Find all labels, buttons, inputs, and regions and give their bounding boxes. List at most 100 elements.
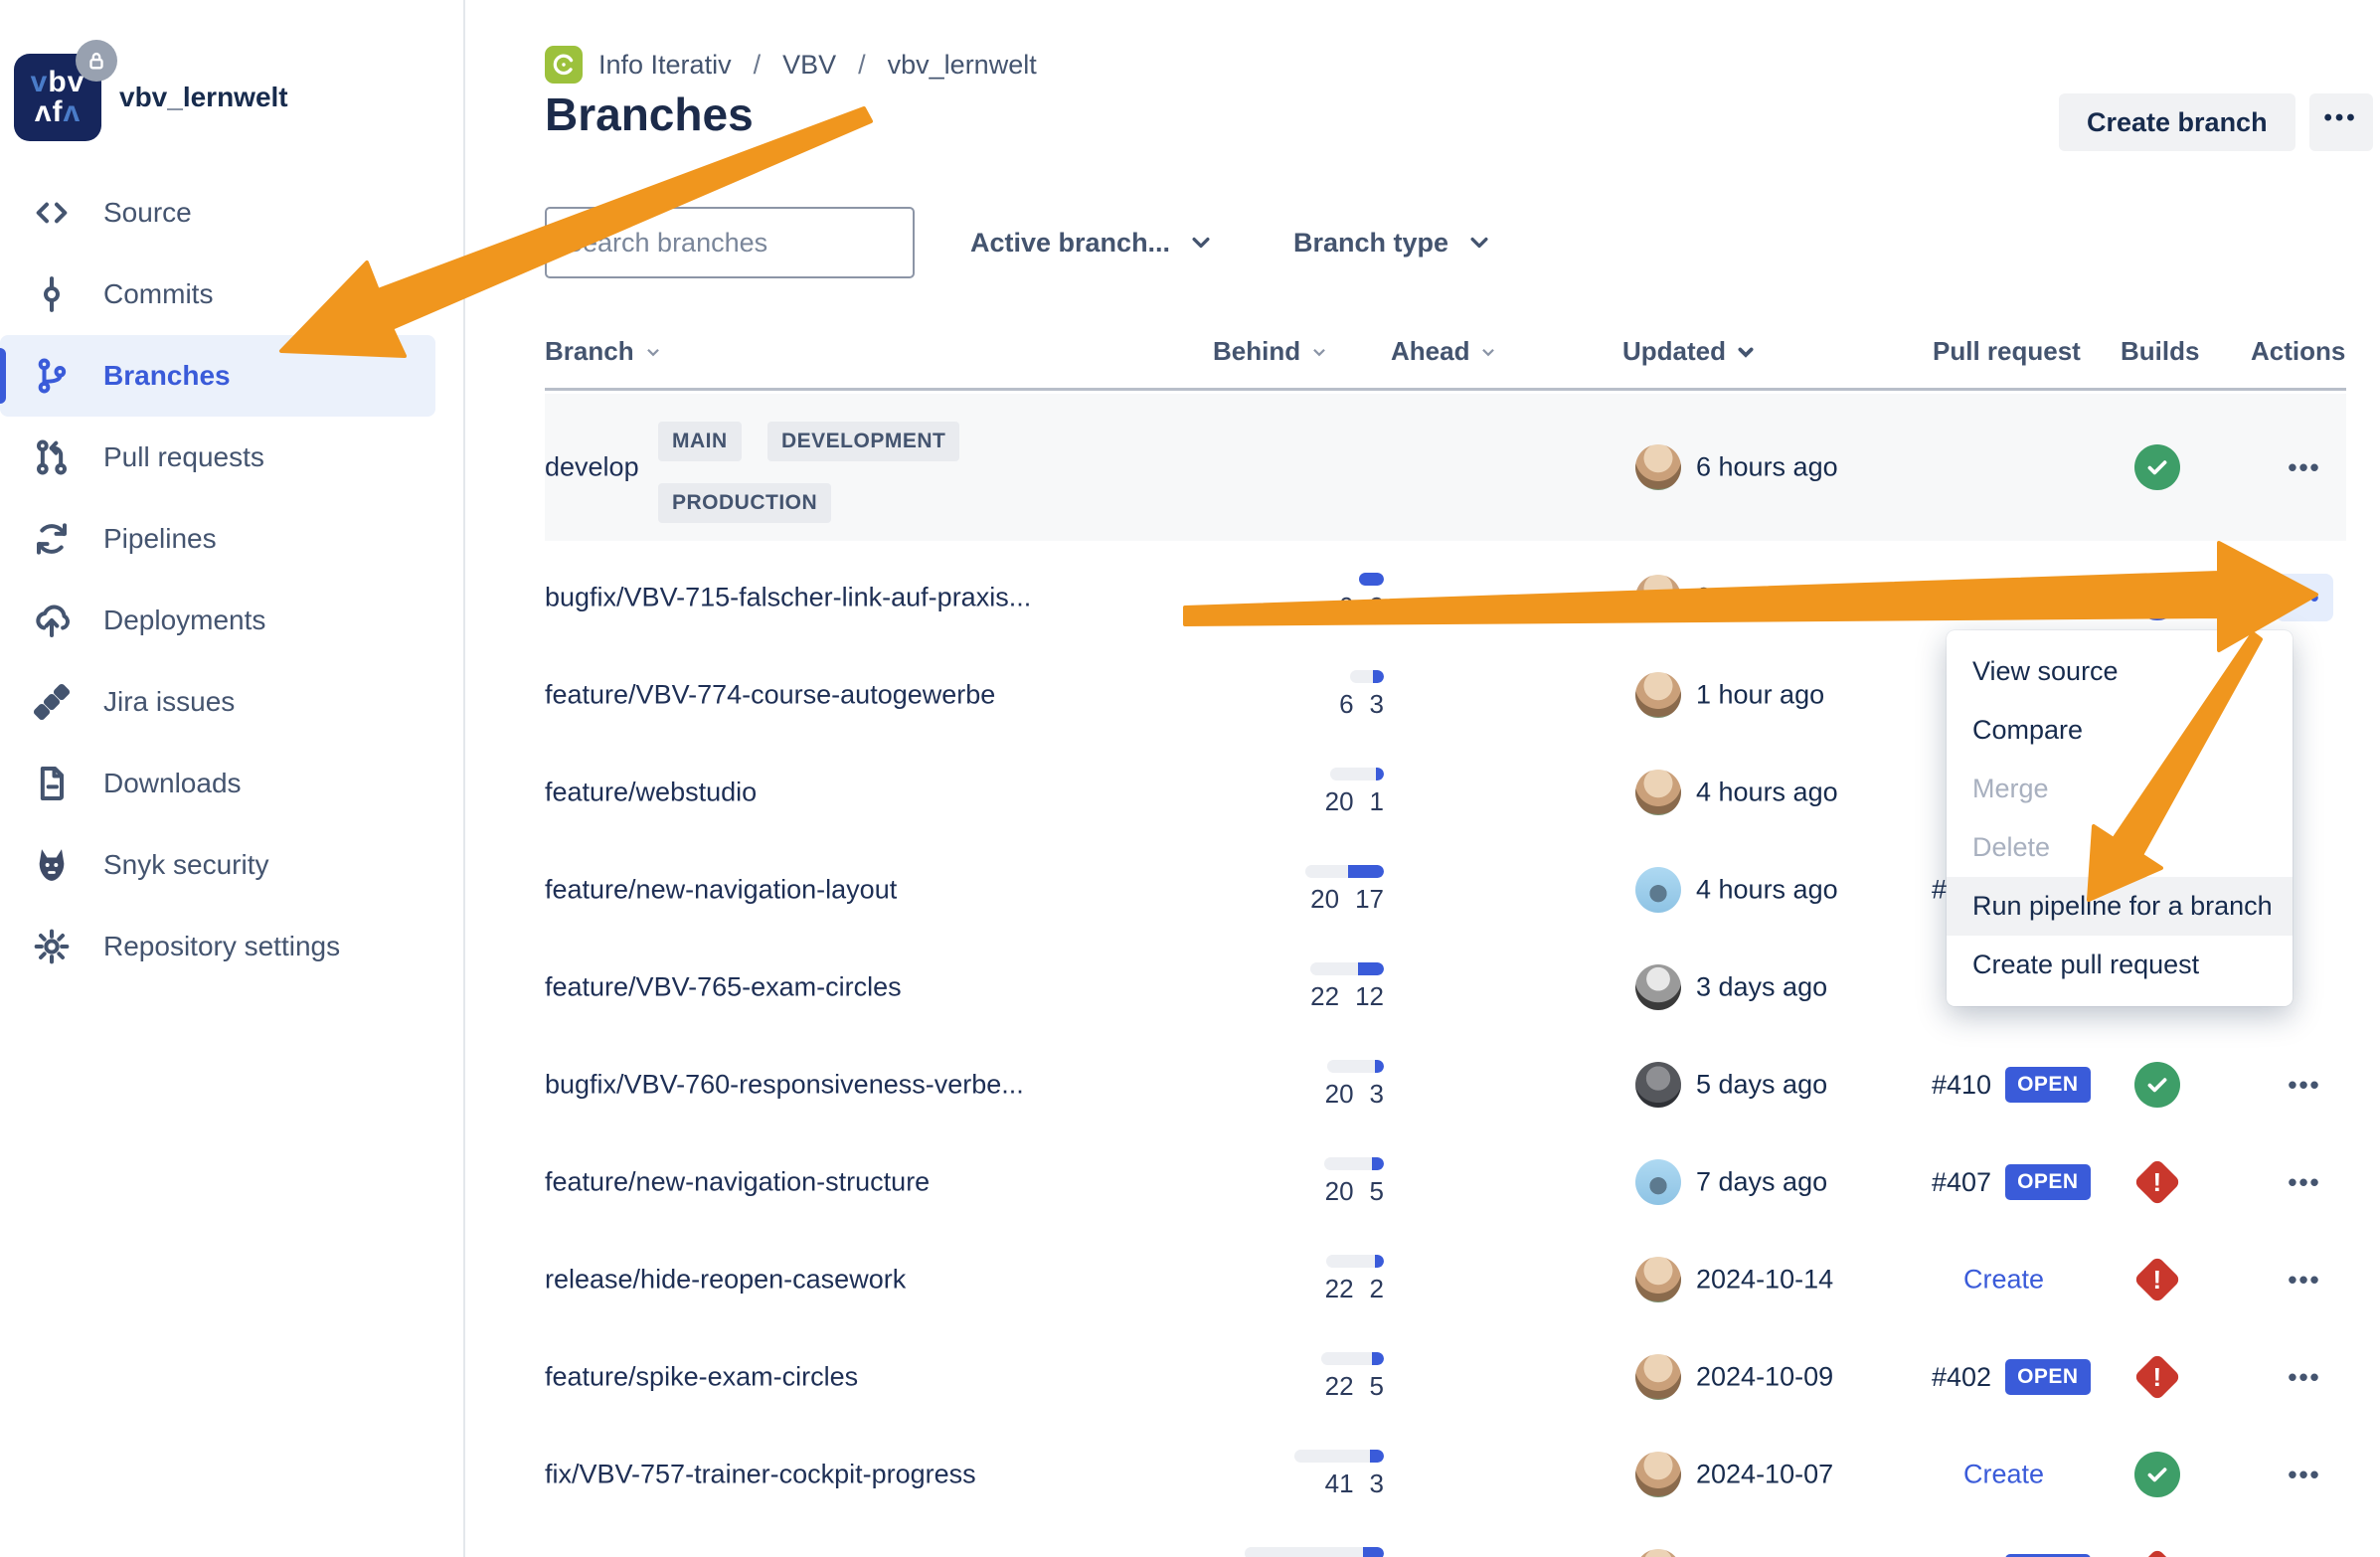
branch-link[interactable]: fix/VBV-757-trainer-cockpit-progress <box>545 1460 976 1490</box>
branch-link[interactable]: bugfix/VBV-715-falscher-link-auf-praxis.… <box>545 583 1031 613</box>
pull-request-cell: #410 OPEN <box>1932 1067 2091 1103</box>
branch-link[interactable]: feature/VBV-774-course-autogewerbe <box>545 680 995 711</box>
page-more-button[interactable]: ••• <box>2309 93 2373 151</box>
menu-item-view-source[interactable]: View source <box>1947 642 2293 701</box>
create-pull-request-link[interactable]: Create <box>1963 1460 2044 1490</box>
branch-link[interactable]: bugfix/VBV-760-responsiveness-verbe... <box>545 1070 1024 1101</box>
build-failed-icon[interactable]: ! <box>2133 1256 2181 1303</box>
breadcrumb-separator: / <box>852 50 872 81</box>
sidebar-item-repository-settings[interactable]: Repository settings <box>0 906 435 987</box>
updated-time: 5 days ago <box>1696 1070 1827 1101</box>
menu-item-create-pull-request[interactable]: Create pull request <box>1947 936 2293 994</box>
branch-link[interactable]: develop <box>545 452 639 483</box>
breadcrumb-workspace[interactable]: VBV <box>782 50 836 81</box>
breadcrumb-separator: / <box>748 50 767 81</box>
column-header-behind[interactable]: Behind <box>1213 336 1328 367</box>
sidebar-item-commits[interactable]: Commits <box>0 254 435 335</box>
behind-count: 22 <box>1310 981 1339 1012</box>
ahead-count: 3 <box>1370 1469 1384 1499</box>
branch-type-dropdown[interactable]: Branch type <box>1293 207 1490 278</box>
avatar <box>1635 1354 1681 1400</box>
build-failed-icon[interactable]: ! <box>2133 1353 2181 1401</box>
avatar <box>1635 867 1681 913</box>
sidebar-item-source[interactable]: Source <box>0 172 435 254</box>
behind-ahead-indicator: 203 <box>1245 1060 1384 1110</box>
pull-request-cell: #407OPEN <box>1932 1164 2091 1200</box>
sidebar-item-jira-issues[interactable]: Jira issues <box>0 661 435 743</box>
repo-avatar-logo: vbv ʌfʌ <box>14 54 101 141</box>
chevron-down-icon <box>1190 232 1212 254</box>
menu-item-run-pipeline-for-a-branch[interactable]: Run pipeline for a branch <box>1947 877 2293 936</box>
sidebar-item-downloads[interactable]: Downloads <box>0 743 435 824</box>
create-branch-button[interactable]: Create branch <box>2059 93 2295 151</box>
updated-time: 7 days ago <box>1696 1167 1827 1198</box>
sidebar-item-snyk-security[interactable]: Snyk security <box>0 824 435 906</box>
behind-ahead-indicator: 20 1 <box>1245 768 1384 817</box>
column-header-ahead[interactable]: Ahead <box>1391 336 1497 367</box>
pr-status-badge: OPEN <box>2005 1067 2091 1103</box>
sidebar-item-pipelines[interactable]: Pipelines <box>0 498 435 580</box>
pr-status-badge: OPEN <box>2005 1359 2091 1395</box>
page-actions: Create branch ••• <box>2059 93 2373 151</box>
breadcrumb: Info Iterativ / VBV / vbv_lernwelt <box>545 46 1037 84</box>
behind-count: 20 <box>1325 1079 1354 1110</box>
create-pull-request-link[interactable]: Create <box>1963 1265 2044 1296</box>
search-branches-field <box>545 207 915 278</box>
ahead-count: 3 <box>1370 592 1384 622</box>
row-actions-button[interactable]: ••• <box>2278 1262 2330 1298</box>
row-actions-button[interactable]: ••• <box>2278 1359 2330 1395</box>
build-success-icon[interactable] <box>2134 1062 2180 1108</box>
column-header-branch[interactable]: Branch <box>545 336 662 367</box>
pull-request-cell: Create <box>1932 1265 2044 1296</box>
build-status-cell: ! <box>2122 1165 2193 1199</box>
table-row: feature/VBV-702-testdata-generator681120… <box>545 1523 2346 1557</box>
pull-request-link[interactable]: #411 <box>1932 583 1989 613</box>
row-actions-button[interactable]: ••• <box>2278 1067 2330 1103</box>
behind-count: 20 <box>1325 786 1354 817</box>
table-row-develop: develop MAIN DEVELOPMENT PRODUCTION 6 ho… <box>545 394 2346 541</box>
branch-link[interactable]: release/hide-reopen-casework <box>545 1265 906 1296</box>
pull-request-link[interactable]: #402 <box>1932 1362 1991 1393</box>
table-row: fix/VBV-757-trainer-cockpit-progress4132… <box>545 1426 2346 1523</box>
pull-request-link[interactable]: #410 <box>1932 1070 1991 1101</box>
branch-link[interactable]: feature/VBV-765-exam-circles <box>545 972 902 1003</box>
build-success-icon[interactable] <box>2134 444 2180 490</box>
build-failed-icon[interactable]: ! <box>2133 1548 2181 1557</box>
branch-link[interactable]: feature/spike-exam-circles <box>545 1362 858 1393</box>
table-row: bugfix/VBV-760-responsiveness-verbe... 20… <box>545 1036 2346 1133</box>
breadcrumb-project[interactable]: Info Iterativ <box>598 50 732 81</box>
row-actions-button[interactable]: ••• <box>2278 449 2330 485</box>
avatar <box>1635 964 1681 1010</box>
sort-chevron-icon <box>1479 343 1497 361</box>
branch-link[interactable]: feature/webstudio <box>545 778 757 808</box>
build-inprogress-icon[interactable]: ! <box>2134 575 2180 620</box>
search-input[interactable] <box>565 228 917 259</box>
ahead-count: 1 <box>1370 786 1384 817</box>
behind-count: 20 <box>1325 1176 1354 1207</box>
branch-link[interactable]: feature/new-navigation-structure <box>545 1167 930 1198</box>
build-failed-icon[interactable]: ! <box>2133 1158 2181 1206</box>
table-row: release/hide-reopen-casework2222024-10-1… <box>545 1231 2346 1328</box>
code-icon <box>32 193 72 233</box>
breadcrumb-repo[interactable]: vbv_lernwelt <box>888 50 1037 81</box>
row-actions-button[interactable]: ••• <box>2278 1164 2330 1200</box>
row-actions-button[interactable]: ••• <box>2278 1457 2330 1492</box>
ahead-count: 3 <box>1370 689 1384 720</box>
updated-time: 2024-10-14 <box>1696 1265 1833 1296</box>
sidebar-item-deployments[interactable]: Deployments <box>0 580 435 661</box>
sidebar-item-branches[interactable]: Branches <box>0 335 435 417</box>
menu-item-compare[interactable]: Compare <box>1947 701 2293 760</box>
column-header-pull-request: Pull request <box>1933 336 2081 367</box>
pull-request-link[interactable]: #407 <box>1932 1167 1991 1198</box>
snyk-dog-icon <box>32 845 72 885</box>
updated-time: 4 hours ago <box>1696 875 1838 906</box>
build-success-icon[interactable] <box>2134 1452 2180 1497</box>
row-actions-button[interactable]: ••• <box>2276 574 2332 621</box>
ahead-count: 12 <box>1355 981 1384 1012</box>
column-header-updated[interactable]: Updated <box>1622 336 1756 367</box>
sidebar-nav: Source Commits Branches Pull requests Pi… <box>0 172 465 987</box>
branch-link[interactable]: feature/new-navigation-layout <box>545 875 897 906</box>
build-status-cell: ! <box>2122 1263 2193 1297</box>
sidebar-item-pull-requests[interactable]: Pull requests <box>0 417 435 498</box>
active-branches-dropdown[interactable]: Active branch... <box>970 207 1212 278</box>
